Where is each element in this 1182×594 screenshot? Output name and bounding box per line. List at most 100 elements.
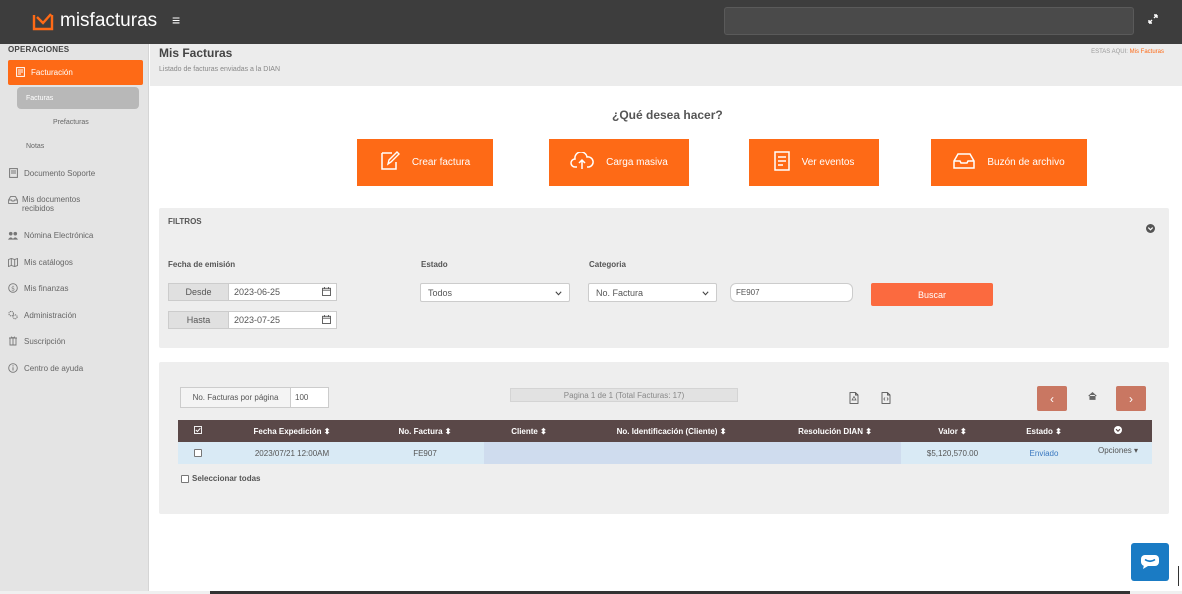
document-icon — [16, 66, 25, 79]
cell-factura: FE907 — [366, 442, 484, 464]
cell-identificacion — [574, 442, 769, 464]
col-header-label: Cliente — [511, 426, 538, 436]
row-select-cell[interactable] — [178, 442, 218, 464]
breadcrumb-prefix: ESTAS AQUI: — [1091, 49, 1128, 55]
date-to-group: Hasta 2023-07-25 — [168, 311, 337, 329]
sidebar-item-label: Centro de ayuda — [24, 363, 84, 373]
edit-document-icon — [380, 151, 400, 174]
table-row[interactable]: 2023/07/21 12:00AM FE907 $5,120,570.00 E… — [178, 442, 1152, 464]
sidebar-item-catalogos[interactable]: Mis catálogos — [8, 257, 73, 267]
sidebar-item-nomina[interactable]: Nómina Electrónica — [8, 230, 93, 240]
sidebar-item-label: Facturación — [31, 68, 73, 77]
status-filter-label: Estado — [421, 260, 448, 269]
col-header-cliente[interactable]: Cliente ⬍ — [484, 420, 574, 442]
top-search-bar[interactable] — [724, 7, 1134, 35]
date-from-label: Desde — [168, 283, 229, 301]
select-column-header[interactable] — [178, 420, 218, 442]
coin-icon: $ — [8, 283, 18, 293]
date-to-label: Hasta — [168, 311, 229, 329]
calendar-icon[interactable] — [322, 286, 331, 298]
document-icon — [8, 168, 18, 178]
file-mailbox-label: Buzón de archivo — [987, 157, 1065, 168]
page-info: Pagina 1 de 1 (Total Facturas: 17) — [510, 388, 738, 402]
list-document-icon — [773, 151, 790, 174]
sidebar-item-label: Mis catálogos — [24, 257, 73, 267]
sidebar-item-administracion[interactable]: Administración — [8, 310, 76, 320]
xml-export-icon[interactable] — [881, 392, 891, 407]
col-header-options[interactable] — [1084, 420, 1152, 442]
collapse-chevron-icon[interactable] — [1146, 224, 1155, 236]
date-filter-label: Fecha de emisión — [168, 260, 236, 269]
col-header-estado[interactable]: Estado ⬍ — [1004, 420, 1084, 442]
search-term-input[interactable]: FE907 — [730, 283, 853, 302]
sidebar-item-ayuda[interactable]: Centro de ayuda — [8, 363, 83, 373]
chevron-down-icon — [555, 288, 562, 298]
prev-page-button[interactable]: ‹ — [1037, 386, 1067, 411]
status-select[interactable]: Todos — [420, 283, 570, 302]
svg-text:$: $ — [11, 285, 15, 292]
menu-toggle-icon[interactable]: ≡ — [172, 13, 180, 27]
sidebar-subitem-facturas[interactable]: Facturas — [17, 87, 139, 109]
search-button[interactable]: Buscar — [871, 283, 993, 306]
category-select[interactable]: No. Factura — [588, 283, 717, 302]
col-header-factura[interactable]: No. Factura ⬍ — [366, 420, 484, 442]
table-header-row: Fecha Expedición ⬍ No. Factura ⬍ Cliente… — [178, 420, 1152, 442]
select-all-checkbox[interactable] — [181, 474, 189, 483]
sort-icon: ⬍ — [719, 426, 727, 436]
date-to-input[interactable]: 2023-07-25 — [229, 311, 337, 329]
date-from-group: Desde 2023-06-25 — [168, 283, 337, 301]
page-title: Mis Facturas — [159, 46, 233, 60]
home-icon[interactable] — [1088, 392, 1097, 403]
inbox-icon — [953, 153, 976, 172]
cell-estado[interactable]: Enviado — [1004, 442, 1084, 464]
cell-valor: $5,120,570.00 — [901, 442, 1004, 464]
chat-button[interactable] — [1131, 543, 1169, 581]
col-header-fecha[interactable]: Fecha Expedición ⬍ — [218, 420, 366, 442]
col-header-label: No. Factura — [398, 426, 443, 436]
page-header: Mis Facturas Listado de facturas enviada… — [150, 44, 1182, 86]
calendar-icon[interactable] — [322, 314, 331, 326]
cell-fecha: 2023/07/21 12:00AM — [218, 442, 366, 464]
sidebar-item-label: Documento Soporte — [24, 168, 96, 178]
options-dropdown[interactable]: Opciones ▾ — [1084, 442, 1152, 464]
sidebar-item-finanzas[interactable]: $ Mis finanzas — [8, 283, 68, 293]
col-header-label: Resolución DIAN — [798, 426, 863, 436]
sidebar-subitem-notas[interactable]: Notas — [26, 143, 44, 150]
create-invoice-button[interactable]: Crear factura — [357, 139, 493, 186]
results-panel: No. Facturas por página 100 Pagina 1 de … — [159, 362, 1169, 514]
row-checkbox[interactable] — [194, 449, 202, 458]
select-all[interactable]: Seleccionar todas — [181, 474, 260, 483]
sidebar-item-mis-documentos[interactable]: Mis documentos recibidos — [8, 195, 108, 213]
col-header-resolucion[interactable]: Resolución DIAN ⬍ — [769, 420, 901, 442]
view-events-button[interactable]: Ver eventos — [749, 139, 879, 186]
file-mailbox-button[interactable]: Buzón de archivo — [931, 139, 1087, 186]
sidebar-item-documento-soporte[interactable]: Documento Soporte — [8, 168, 95, 178]
sort-icon: ⬍ — [1055, 426, 1062, 436]
fullscreen-icon[interactable] — [1148, 13, 1158, 27]
col-header-valor[interactable]: Valor ⬍ — [901, 420, 1004, 442]
chevron-circle-icon[interactable] — [1114, 426, 1122, 434]
sidebar-item-facturacion[interactable]: Facturación — [8, 60, 143, 85]
filters-title: FILTROS — [168, 217, 202, 226]
sidebar-item-suscripcion[interactable]: Suscripción — [8, 336, 65, 346]
bulk-upload-button[interactable]: Carga masiva — [549, 139, 689, 186]
select-all-label: Seleccionar todas — [192, 474, 261, 483]
info-icon — [8, 363, 18, 373]
sidebar-subitem-prefacturas[interactable]: Prefacturas — [53, 119, 89, 126]
brand-logo[interactable]: misfacturas — [32, 10, 157, 32]
date-from-input[interactable]: 2023-06-25 — [229, 283, 337, 301]
view-events-label: Ver eventos — [801, 157, 855, 168]
next-page-button[interactable]: › — [1116, 386, 1146, 411]
pdf-export-icon[interactable] — [849, 392, 859, 407]
per-page-label: No. Facturas por página — [181, 388, 291, 407]
col-header-identificacion[interactable]: No. Identificación (Cliente) ⬍ — [574, 420, 769, 442]
inbox-icon — [8, 195, 18, 205]
cell-resolucion — [769, 442, 901, 464]
breadcrumb: ESTAS AQUI: Mis Facturas — [1091, 49, 1164, 55]
sort-icon: ⬍ — [960, 426, 967, 436]
sidebar: OPERACIONES Facturación Facturas Prefact… — [0, 44, 149, 594]
breadcrumb-current[interactable]: Mis Facturas — [1130, 49, 1164, 55]
per-page-input[interactable]: 100 — [291, 388, 328, 407]
checkbox-checked-icon[interactable] — [194, 426, 202, 434]
category-select-value: No. Factura — [596, 287, 644, 298]
